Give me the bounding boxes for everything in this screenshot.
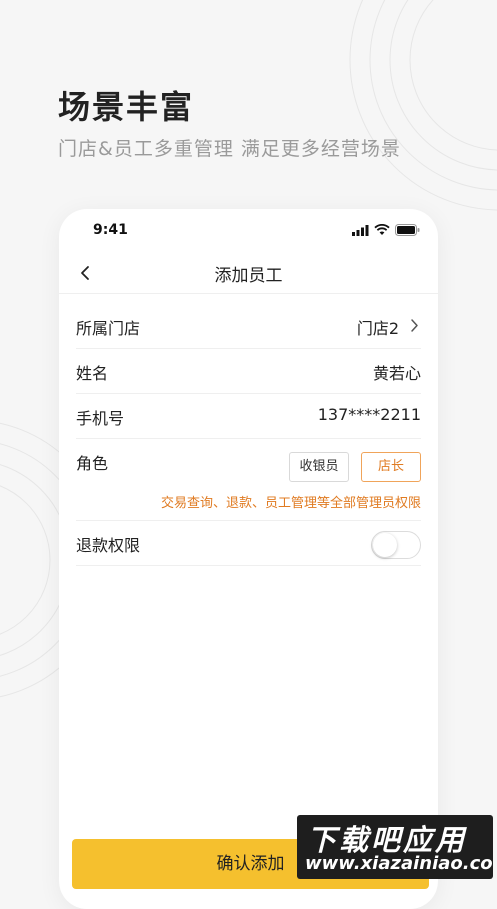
role-permission-hint: 交易查询、退款、员工管理等全部管理员权限 xyxy=(160,496,421,511)
phone-mockup: 9:41 添加员工 所属门店 门店2 姓名 黄若心 手机号 137****221… xyxy=(59,209,438,909)
role-row: 角色 收银员 店长 交易查询、退款、员工管理等全部管理员权限 xyxy=(76,439,421,521)
chevron-right-icon xyxy=(411,319,418,332)
toggle-knob xyxy=(373,533,397,557)
nav-title: 添加员工 xyxy=(214,266,283,286)
refund-permission-row: 退款权限 xyxy=(76,521,421,566)
status-icons xyxy=(352,224,420,236)
refund-permission-label: 退款权限 xyxy=(76,536,141,555)
role-option-manager[interactable]: 店长 xyxy=(361,452,421,482)
role-option-cashier[interactable]: 收银员 xyxy=(289,452,349,482)
name-label: 姓名 xyxy=(76,364,109,383)
phone-row: 手机号 137****2211 xyxy=(76,394,421,439)
wifi-icon xyxy=(374,224,390,235)
status-time: 9:41 xyxy=(93,222,128,238)
refund-permission-toggle[interactable] xyxy=(371,531,421,559)
phone-label: 手机号 xyxy=(76,409,125,428)
page-subheadline: 门店&员工多重管理 满足更多经营场景 xyxy=(58,138,401,160)
watermark-logo: 下载吧应用 www.xiazainiao.com xyxy=(297,815,493,879)
store-row[interactable]: 所属门店 门店2 xyxy=(76,304,421,349)
signal-icon xyxy=(352,224,369,236)
status-bar: 9:41 xyxy=(59,219,438,243)
store-value: 门店2 xyxy=(356,319,399,338)
battery-icon xyxy=(395,224,420,236)
name-field[interactable]: 黄若心 xyxy=(373,360,421,384)
store-label: 所属门店 xyxy=(76,319,141,338)
nav-bar: 添加员工 xyxy=(59,253,438,294)
phone-field[interactable]: 137****2211 xyxy=(318,405,421,424)
add-employee-form: 所属门店 门店2 姓名 黄若心 手机号 137****2211 角色 收银员 店… xyxy=(59,304,438,566)
role-label: 角色 xyxy=(76,454,109,473)
watermark-url: www.xiazainiao.com xyxy=(305,853,493,874)
name-row: 姓名 黄若心 xyxy=(76,349,421,394)
page-headline: 场景丰富 xyxy=(58,88,195,126)
